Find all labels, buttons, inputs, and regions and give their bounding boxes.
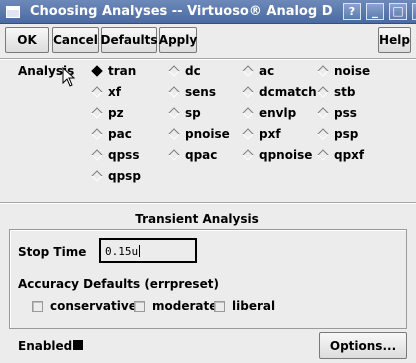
- analysis-radio-label: qpnoise: [259, 148, 313, 162]
- radio-diamond-icon: [168, 149, 180, 161]
- analysis-radio-qpsp[interactable]: qpsp: [90, 167, 141, 185]
- analysis-radio-label: psp: [334, 127, 359, 141]
- analysis-radio-qpnoise[interactable]: qpnoise: [241, 146, 312, 164]
- analysis-radio-pac[interactable]: pac: [90, 125, 132, 143]
- window-title: Choosing Analyses -- Virtuoso® Analog D: [30, 4, 333, 19]
- analysis-radio-label: qpac: [185, 148, 218, 162]
- analysis-radio-label: envlp: [259, 106, 297, 120]
- analysis-radio-label: pac: [108, 127, 132, 141]
- radio-diamond-icon: [91, 170, 103, 182]
- analysis-radio-label: dc: [185, 64, 201, 78]
- radio-diamond-icon: [317, 86, 329, 98]
- radio-diamond-icon: [317, 149, 329, 161]
- checkbox-box: [214, 300, 225, 312]
- analysis-radio-label: qpss: [108, 148, 140, 162]
- close-icon[interactable]: [412, 3, 416, 20]
- analysis-radio-pnoise[interactable]: pnoise: [167, 125, 230, 143]
- analysis-radio-qpac[interactable]: qpac: [167, 146, 217, 164]
- analysis-radio-pss[interactable]: pss: [316, 104, 357, 122]
- radio-diamond-icon: [242, 86, 254, 98]
- liberal-label: liberal: [232, 299, 276, 313]
- stop-time-label: Stop Time: [18, 245, 87, 259]
- conservative-checkbox[interactable]: conservative: [32, 298, 137, 314]
- analysis-radio-label: sens: [185, 85, 216, 99]
- moderate-label: moderate: [152, 299, 218, 313]
- analysis-radio-sens[interactable]: sens: [167, 83, 216, 101]
- mouse-pointer-icon: [62, 67, 76, 87]
- radio-diamond-icon: [168, 65, 180, 77]
- checkbox-box: [32, 300, 43, 312]
- section-separator: [0, 202, 416, 204]
- maximize-icon[interactable]: □: [389, 3, 407, 20]
- choosing-analyses-dialog: OK Cancel Defaults Apply Help Analysis t…: [0, 24, 416, 363]
- radio-diamond-icon: [242, 107, 254, 119]
- help-button[interactable]: Help: [378, 27, 411, 53]
- minimize-icon[interactable]: _: [366, 3, 384, 20]
- analysis-radio-label: qpxf: [334, 148, 365, 162]
- accuracy-defaults-label: Accuracy Defaults (errpreset): [18, 277, 219, 291]
- conservative-label: conservative: [50, 299, 137, 313]
- text-caret: [139, 245, 141, 257]
- analysis-radio-label: pss: [334, 106, 357, 120]
- analysis-radio-label: tran: [108, 64, 137, 78]
- toolbar-separator: [0, 58, 416, 60]
- radio-diamond-icon: [91, 86, 103, 98]
- analysis-radio-label: sp: [185, 106, 201, 120]
- radio-diamond-icon: [168, 86, 180, 98]
- analysis-radio-label: stb: [334, 85, 356, 99]
- analysis-radio-noise[interactable]: noise: [316, 62, 370, 80]
- apply-button[interactable]: Apply: [159, 27, 197, 53]
- radio-diamond-icon: [242, 65, 254, 77]
- analysis-radio-label: pxf: [259, 127, 281, 141]
- analysis-radio-label: pz: [108, 106, 124, 120]
- liberal-checkbox[interactable]: liberal: [214, 298, 275, 314]
- window-icon: [6, 5, 20, 18]
- radio-diamond-icon: [317, 107, 329, 119]
- title-bar: Choosing Analyses -- Virtuoso® Analog D …: [0, 0, 416, 24]
- analysis-radio-xf[interactable]: xf: [90, 83, 121, 101]
- radio-diamond-icon: [242, 128, 254, 140]
- analysis-radio-label: noise: [334, 64, 371, 78]
- analysis-radio-label: dcmatch: [259, 85, 317, 99]
- analysis-radio-pz[interactable]: pz: [90, 104, 124, 122]
- analysis-radio-dc[interactable]: dc: [167, 62, 201, 80]
- radio-diamond-icon: [317, 128, 329, 140]
- radio-diamond-icon: [168, 128, 180, 140]
- radio-diamond-icon: [91, 128, 103, 140]
- analysis-radio-qpxf[interactable]: qpxf: [316, 146, 364, 164]
- radio-diamond-icon: [168, 107, 180, 119]
- analysis-radio-envlp[interactable]: envlp: [241, 104, 296, 122]
- radio-diamond-icon: [242, 149, 254, 161]
- stop-time-value: 0.15u: [105, 245, 139, 258]
- analysis-radio-label: pnoise: [185, 127, 230, 141]
- analysis-radio-psp[interactable]: psp: [316, 125, 358, 143]
- radio-diamond-icon: [91, 107, 103, 119]
- analysis-radio-qpss[interactable]: qpss: [90, 146, 139, 164]
- radio-diamond-icon: [91, 65, 103, 77]
- options-button[interactable]: Options...: [319, 332, 407, 359]
- radio-diamond-icon: [91, 149, 103, 161]
- analysis-radio-tran[interactable]: tran: [90, 62, 136, 80]
- ok-button[interactable]: OK: [5, 27, 49, 53]
- section-title: Transient Analysis: [135, 212, 259, 226]
- enabled-checkbox[interactable]: [73, 340, 83, 350]
- moderate-checkbox[interactable]: moderate: [134, 298, 217, 314]
- analysis-radio-sp[interactable]: sp: [167, 104, 201, 122]
- stop-time-input[interactable]: 0.15u: [99, 238, 197, 263]
- analysis-radio-label: qpsp: [108, 169, 141, 183]
- cancel-button[interactable]: Cancel: [52, 27, 99, 53]
- analysis-radio-pxf[interactable]: pxf: [241, 125, 281, 143]
- enabled-label: Enabled: [18, 339, 73, 353]
- analysis-radio-label: ac: [259, 64, 275, 78]
- help-icon[interactable]: ?: [343, 3, 361, 20]
- analysis-radio-stb[interactable]: stb: [316, 83, 355, 101]
- defaults-button[interactable]: Defaults: [101, 27, 157, 53]
- analysis-radio-dcmatch[interactable]: dcmatch: [241, 83, 317, 101]
- radio-diamond-icon: [317, 65, 329, 77]
- analysis-radio-ac[interactable]: ac: [241, 62, 274, 80]
- analysis-radio-label: xf: [108, 85, 121, 99]
- checkbox-box: [134, 300, 145, 312]
